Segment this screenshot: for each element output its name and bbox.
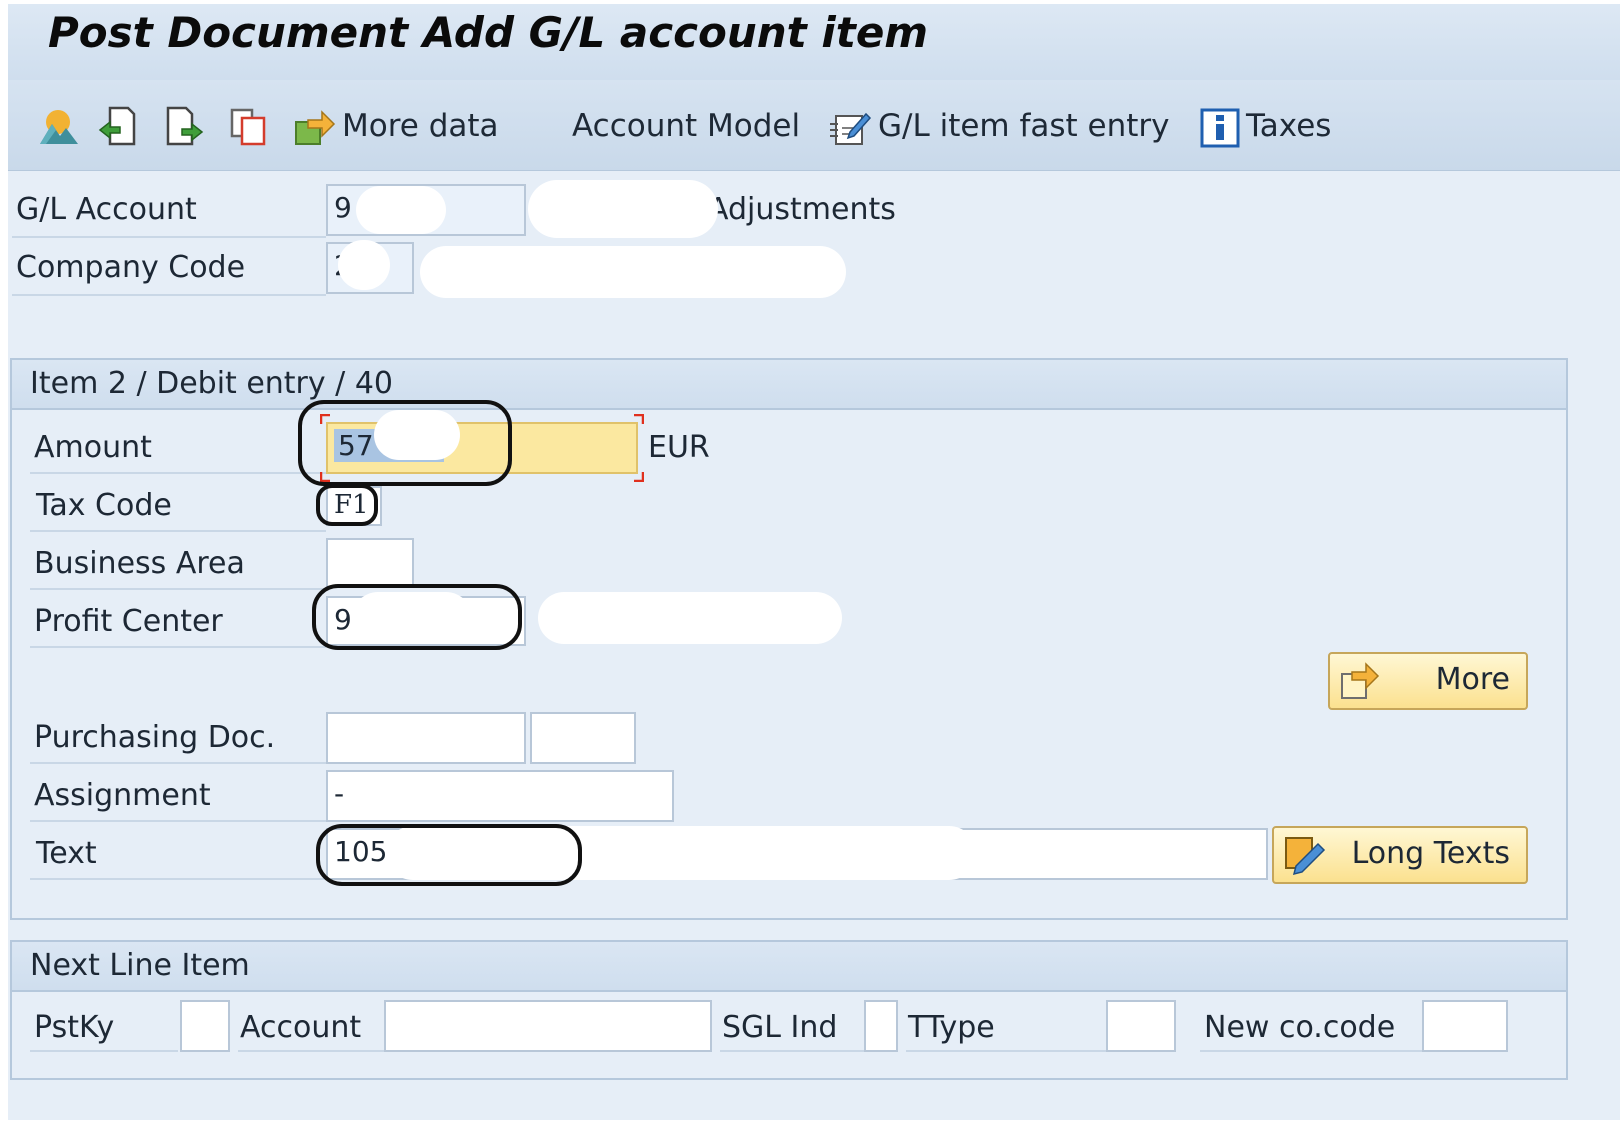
profit-center-label: Profit Center xyxy=(34,604,223,639)
more-data-button[interactable]: More data xyxy=(292,102,499,150)
divider xyxy=(720,1050,864,1052)
annotation-circle xyxy=(316,824,582,886)
transaction-type-field[interactable] xyxy=(1106,1000,1176,1052)
annotation-circle xyxy=(298,400,512,486)
item-group: Item 2 / Debit entry / 40 Amount 57 EUR … xyxy=(10,358,1568,920)
divider xyxy=(30,1050,178,1052)
transaction-type-label: TType xyxy=(908,1010,995,1045)
account-model-button[interactable]: Account Model xyxy=(572,102,800,150)
taxes-button[interactable]: Taxes xyxy=(1200,102,1331,150)
gl-fast-entry-button[interactable]: G/L item fast entry xyxy=(826,102,1170,150)
redaction xyxy=(338,240,390,290)
new-company-code-label: New co.code xyxy=(1204,1010,1396,1045)
divider xyxy=(30,530,326,532)
sap-window: Post Document Add G/L account item More … xyxy=(8,4,1620,1120)
more-button[interactable]: More xyxy=(1328,652,1528,710)
divider xyxy=(30,472,326,474)
next-document-icon[interactable] xyxy=(162,104,206,148)
divider xyxy=(1200,1050,1422,1052)
amount-label: Amount xyxy=(34,430,152,465)
focus-corner xyxy=(634,414,644,424)
sgl-indicator-label: SGL Ind xyxy=(722,1010,838,1045)
purchasing-doc-label: Purchasing Doc. xyxy=(34,720,276,755)
more-button-label: More xyxy=(1435,662,1510,697)
item-group-title: Item 2 / Debit entry / 40 xyxy=(30,366,394,401)
divider xyxy=(30,646,326,648)
divider xyxy=(906,1050,1106,1052)
business-area-label: Business Area xyxy=(34,546,245,581)
assignment-field[interactable]: - xyxy=(326,770,674,822)
title-bar: Post Document Add G/L account item xyxy=(8,4,1620,80)
redaction xyxy=(528,180,718,238)
long-texts-button[interactable]: Long Texts xyxy=(1272,826,1528,884)
info-icon xyxy=(1200,108,1240,147)
edit-note-icon xyxy=(1285,837,1326,876)
window-title: Post Document Add G/L account item xyxy=(48,8,929,57)
next-line-item-title: Next Line Item xyxy=(30,948,250,983)
currency-label: EUR xyxy=(648,430,710,465)
item-group-header: Item 2 / Debit entry / 40 xyxy=(12,360,1566,410)
next-line-item-header: Next Line Item xyxy=(12,942,1566,992)
divider xyxy=(30,878,326,880)
redaction xyxy=(538,592,842,644)
gl-account-label: G/L Account xyxy=(16,192,197,227)
next-line-item-group: Next Line Item PstKy Account SGL Ind TTy… xyxy=(10,940,1568,1080)
gl-account-description: Adjustments xyxy=(708,192,896,227)
focus-corner xyxy=(634,472,644,482)
more-data-label: More data xyxy=(342,108,499,144)
divider xyxy=(238,1050,384,1052)
divider xyxy=(30,762,326,764)
fast-entry-icon xyxy=(830,112,872,145)
divider xyxy=(12,294,326,296)
arrow-folder-icon xyxy=(1341,662,1380,699)
sgl-indicator-field[interactable] xyxy=(864,1000,898,1052)
long-texts-label: Long Texts xyxy=(1351,836,1510,871)
gl-fast-entry-label: G/L item fast entry xyxy=(878,108,1170,144)
divider xyxy=(30,820,326,822)
arrow-folder-icon xyxy=(295,109,336,145)
redaction xyxy=(356,186,446,234)
business-area-field[interactable] xyxy=(326,538,414,588)
account-model-label: Account Model xyxy=(572,108,801,144)
annotation-circle xyxy=(316,484,378,526)
account-label: Account xyxy=(240,1010,362,1045)
account-field[interactable] xyxy=(384,1000,712,1052)
mountain-overview-icon[interactable] xyxy=(36,104,80,148)
divider xyxy=(12,236,326,238)
company-code-label: Company Code xyxy=(16,250,246,285)
application-toolbar: More data Account Model G/L item fast en… xyxy=(8,80,1620,171)
previous-document-icon[interactable] xyxy=(96,104,140,148)
taxes-label: Taxes xyxy=(1246,108,1332,144)
redaction xyxy=(420,246,846,298)
posting-key-label: PstKy xyxy=(34,1010,115,1045)
purchasing-item-field[interactable] xyxy=(530,712,636,764)
posting-key-field[interactable] xyxy=(180,1000,230,1052)
tax-code-label: Tax Code xyxy=(36,488,172,523)
divider xyxy=(30,588,326,590)
copy-icon[interactable] xyxy=(226,104,270,148)
purchasing-doc-field[interactable] xyxy=(326,712,526,764)
text-label: Text xyxy=(36,836,97,871)
assignment-label: Assignment xyxy=(34,778,211,813)
annotation-circle xyxy=(312,584,522,650)
new-company-code-field[interactable] xyxy=(1422,1000,1508,1052)
